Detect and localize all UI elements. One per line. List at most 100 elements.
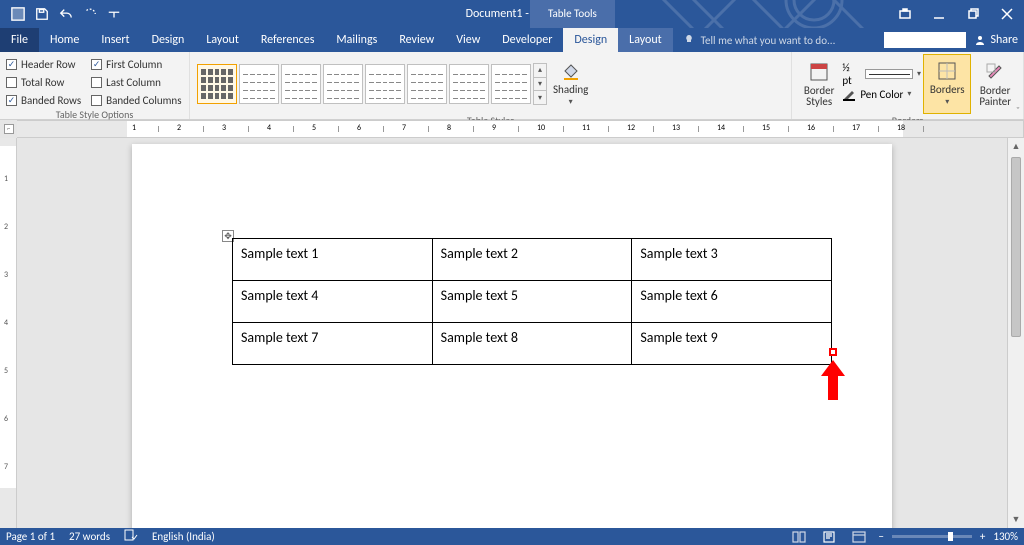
pen-icon bbox=[842, 87, 856, 101]
minimize-icon[interactable] bbox=[922, 0, 956, 28]
table-cell[interactable]: Sample text 4 bbox=[233, 281, 433, 323]
table-style-thumb[interactable] bbox=[365, 64, 405, 104]
border-styles-button[interactable]: Border Styles bbox=[798, 54, 840, 114]
table-cell[interactable]: Sample text 3 bbox=[632, 239, 832, 281]
table-cell[interactable]: Sample text 6 bbox=[632, 281, 832, 323]
table-style-thumb[interactable] bbox=[239, 64, 279, 104]
zoom-thumb[interactable] bbox=[948, 532, 953, 541]
ribbon-display-options-icon[interactable] bbox=[888, 0, 922, 28]
chk-header-row[interactable]: Header Row bbox=[6, 56, 81, 72]
status-language[interactable]: English (India) bbox=[152, 530, 215, 543]
read-mode-icon[interactable] bbox=[788, 530, 810, 544]
window-controls bbox=[888, 0, 1024, 28]
table-style-thumb[interactable] bbox=[491, 64, 531, 104]
zoom-level[interactable]: 130% bbox=[993, 530, 1018, 543]
table-cell[interactable]: Sample text 5 bbox=[432, 281, 632, 323]
border-painter-button[interactable]: Border Painter bbox=[973, 54, 1017, 114]
restore-icon[interactable] bbox=[956, 0, 990, 28]
table-style-thumb[interactable] bbox=[449, 64, 489, 104]
table-cell[interactable]: Sample text 2 bbox=[432, 239, 632, 281]
borders-button[interactable]: Borders▾ bbox=[923, 54, 971, 114]
border-styles-icon bbox=[808, 61, 830, 83]
table-style-thumb[interactable] bbox=[197, 64, 237, 104]
zoom-in-icon[interactable]: + bbox=[980, 530, 985, 543]
vertical-scrollbar[interactable]: ▲ ▼ bbox=[1007, 138, 1024, 528]
table-cell[interactable]: Sample text 7 bbox=[233, 323, 433, 365]
tab-layout[interactable]: Layout bbox=[195, 28, 250, 52]
scroll-up-icon[interactable]: ▲ bbox=[1008, 138, 1024, 155]
tab-review[interactable]: Review bbox=[388, 28, 445, 52]
scroll-down-icon[interactable]: ▼ bbox=[1008, 511, 1024, 528]
chk-last-column[interactable]: Last Column bbox=[91, 74, 181, 90]
table-style-thumb[interactable] bbox=[323, 64, 363, 104]
tab-home[interactable]: Home bbox=[39, 28, 90, 52]
checkbox-icon bbox=[91, 95, 102, 106]
table-style-thumb[interactable] bbox=[281, 64, 321, 104]
web-layout-icon[interactable] bbox=[848, 530, 870, 544]
save-icon[interactable] bbox=[32, 4, 52, 24]
status-words[interactable]: 27 words bbox=[69, 530, 110, 543]
tab-mailings[interactable]: Mailings bbox=[325, 28, 388, 52]
tell-me-placeholder: Tell me what you want to do... bbox=[701, 34, 836, 47]
tell-me-search[interactable]: Tell me what you want to do... bbox=[673, 28, 836, 52]
collapse-ribbon-icon[interactable]: ˇ bbox=[1016, 104, 1020, 117]
checkbox-icon bbox=[6, 59, 17, 70]
pen-color-selector[interactable]: Pen Color ▾ bbox=[842, 85, 921, 103]
annotation-arrow-icon bbox=[821, 360, 845, 400]
tab-view[interactable]: View bbox=[445, 28, 491, 52]
redo-icon[interactable] bbox=[80, 4, 100, 24]
qat-customize-icon[interactable] bbox=[104, 4, 124, 24]
tab-file[interactable]: File bbox=[0, 28, 39, 52]
ruler-corner[interactable]: ⌐ bbox=[0, 120, 17, 138]
lightbulb-icon bbox=[683, 34, 695, 46]
spellcheck-icon[interactable] bbox=[124, 529, 138, 544]
checkbox-icon bbox=[6, 77, 17, 88]
tab-table-layout[interactable]: Layout bbox=[618, 28, 673, 52]
table-cell[interactable]: Sample text 8 bbox=[432, 323, 632, 365]
undo-icon[interactable] bbox=[56, 4, 76, 24]
table-cell[interactable]: Sample text 9 bbox=[632, 323, 832, 365]
table-row[interactable]: Sample text 4Sample text 5Sample text 6 bbox=[233, 281, 832, 323]
horizontal-ruler[interactable]: 123456789101112131415161718 bbox=[17, 120, 1024, 138]
tab-table-design[interactable]: Design bbox=[563, 28, 618, 52]
print-layout-icon[interactable] bbox=[818, 530, 840, 544]
search-box[interactable] bbox=[884, 32, 966, 48]
chk-banded-columns[interactable]: Banded Columns bbox=[91, 92, 181, 108]
table-row[interactable]: Sample text 1Sample text 2Sample text 3 bbox=[233, 239, 832, 281]
tab-developer[interactable]: Developer bbox=[491, 28, 563, 52]
zoom-slider[interactable] bbox=[892, 535, 972, 538]
chk-total-row[interactable]: Total Row bbox=[6, 74, 81, 90]
status-right: − + 130% bbox=[788, 530, 1018, 544]
document-area[interactable]: ✥ Sample text 1Sample text 2Sample text … bbox=[17, 138, 1007, 528]
group-table-styles: ▴▾▾ Shading▾ Table Styles bbox=[190, 52, 792, 119]
tab-references[interactable]: References bbox=[250, 28, 326, 52]
scroll-track[interactable] bbox=[1008, 155, 1024, 511]
shading-button[interactable]: Shading▾ bbox=[547, 54, 594, 114]
table-style-thumb[interactable] bbox=[407, 64, 447, 104]
vertical-ruler[interactable]: 1234567 bbox=[0, 138, 17, 528]
document-table[interactable]: Sample text 1Sample text 2Sample text 3S… bbox=[232, 238, 832, 365]
share-button[interactable]: Share bbox=[974, 33, 1018, 47]
gallery-more-icon[interactable]: ▴▾▾ bbox=[533, 63, 547, 105]
checkbox-icon bbox=[6, 95, 17, 106]
tab-insert[interactable]: Insert bbox=[90, 28, 140, 52]
pen-weight-selector[interactable]: ½ pt ▾ bbox=[842, 65, 921, 83]
tab-design[interactable]: Design bbox=[141, 28, 196, 52]
zoom-out-icon[interactable]: − bbox=[878, 530, 883, 543]
workspace: 1234567 ✥ Sample text 1Sample text 2Samp… bbox=[0, 138, 1024, 528]
table-styles-gallery[interactable] bbox=[196, 63, 532, 105]
share-icon bbox=[974, 34, 986, 46]
chk-banded-rows[interactable]: Banded Rows bbox=[6, 92, 81, 108]
chk-first-column[interactable]: First Column bbox=[91, 56, 181, 72]
word-icon bbox=[8, 4, 28, 24]
close-icon[interactable] bbox=[990, 0, 1024, 28]
group-borders: Border Styles ½ pt ▾ Pen Color ▾ Borders… bbox=[792, 52, 1024, 119]
table-resize-handle-icon[interactable] bbox=[829, 348, 837, 356]
table-row[interactable]: Sample text 7Sample text 8Sample text 9 bbox=[233, 323, 832, 365]
line-preview-icon bbox=[865, 69, 913, 79]
table-cell[interactable]: Sample text 1 bbox=[233, 239, 433, 281]
status-page[interactable]: Page 1 of 1 bbox=[6, 530, 55, 543]
scroll-thumb[interactable] bbox=[1011, 157, 1021, 337]
borders-icon bbox=[936, 60, 958, 82]
checkbox-icon bbox=[91, 59, 102, 70]
